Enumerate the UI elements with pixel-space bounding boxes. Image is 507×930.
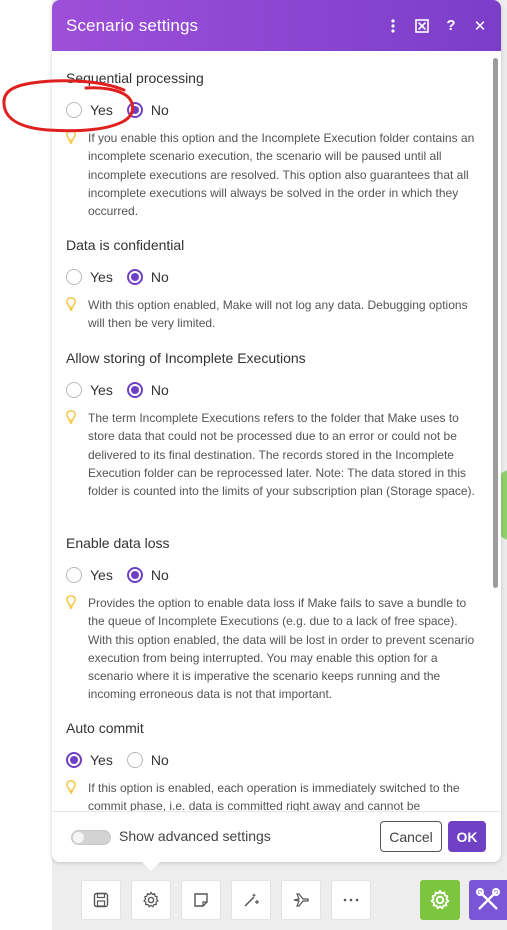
radio-yes[interactable]: Yes	[66, 752, 113, 768]
radio-yes-label: Yes	[90, 269, 113, 285]
radio-yes-label: Yes	[90, 102, 113, 118]
radio-no[interactable]: No	[126, 269, 169, 285]
section-title: Enable data loss	[66, 535, 170, 551]
lightbulb-icon	[66, 129, 88, 220]
radio-yes-circle[interactable]	[66, 567, 82, 583]
advanced-settings-toggle[interactable]	[71, 830, 111, 845]
radio-yes-circle[interactable]	[66, 269, 82, 285]
lightbulb-icon	[66, 779, 88, 811]
radio-yes-label: Yes	[90, 382, 113, 398]
cancel-button[interactable]: Cancel	[380, 821, 442, 852]
radio-group: Yes No	[66, 564, 486, 586]
radio-no-label: No	[150, 269, 169, 285]
section-title: Data is confidential	[66, 237, 185, 253]
help-text: With this option enabled, Make will not …	[88, 298, 468, 331]
radio-group: Yes No	[66, 99, 486, 121]
dialog-footer: Show advanced settings Cancel OK	[52, 811, 501, 862]
settings-gear-icon[interactable]	[131, 880, 171, 920]
section-incomplete-executions: Allow storing of Incomplete Executions Y…	[66, 348, 486, 500]
section-auto-commit: Auto commit Yes No If this option is ena…	[66, 718, 486, 811]
radio-no[interactable]: No	[126, 567, 169, 583]
radio-no-circle[interactable]	[126, 567, 143, 583]
radio-no-label: No	[150, 102, 169, 118]
radio-no-label: No	[150, 752, 169, 768]
help-text: Provides the option to enable data loss …	[88, 596, 475, 702]
scenario-toolbar	[0, 880, 507, 920]
help-text: If you enable this option and the Incomp…	[88, 131, 475, 219]
lightbulb-icon	[66, 594, 88, 704]
radio-no[interactable]: No	[126, 382, 169, 398]
magic-wand-icon[interactable]	[231, 880, 271, 920]
section-data-confidential: Data is confidential Yes No With this op…	[66, 235, 486, 333]
radio-yes[interactable]: Yes	[66, 567, 113, 583]
radio-no-circle[interactable]	[126, 752, 143, 768]
notes-icon[interactable]	[181, 880, 221, 920]
radio-no-circle[interactable]	[126, 382, 143, 398]
section-title: Allow storing of Incomplete Executions	[66, 350, 306, 366]
radio-no-circle[interactable]	[126, 102, 143, 118]
scheduling-gear-icon[interactable]	[420, 880, 460, 920]
section-enable-data-loss: Enable data loss Yes No Provides the opt…	[66, 533, 486, 704]
more-horizontal-icon[interactable]	[331, 880, 371, 920]
lightbulb-icon	[66, 409, 88, 500]
radio-no-circle[interactable]	[126, 269, 143, 285]
ok-button[interactable]: OK	[448, 821, 486, 852]
help-hint: Provides the option to enable data loss …	[66, 594, 486, 704]
radio-yes-label: Yes	[90, 752, 113, 768]
settings-content: Sequential processing Yes No If you enab…	[52, 51, 494, 811]
radio-yes-circle[interactable]	[66, 382, 82, 398]
help-hint: With this option enabled, Make will not …	[66, 296, 486, 333]
radio-no-label: No	[150, 567, 169, 583]
section-title: Sequential processing	[66, 70, 204, 86]
save-icon[interactable]	[81, 880, 121, 920]
close-icon[interactable]: ✕	[467, 13, 493, 39]
dialog-pointer	[141, 861, 161, 871]
radio-yes[interactable]: Yes	[66, 382, 113, 398]
radio-no[interactable]: No	[126, 102, 169, 118]
radio-yes-label: Yes	[90, 567, 113, 583]
help-text: If this option is enabled, each operatio…	[88, 781, 460, 811]
tools-icon[interactable]	[469, 880, 507, 920]
help-hint: If you enable this option and the Incomp…	[66, 129, 486, 220]
radio-no-label: No	[150, 382, 169, 398]
scenario-settings-dialog: Scenario settings ? ✕ Sequential process…	[52, 0, 501, 862]
radio-group: Yes No	[66, 379, 486, 401]
radio-yes-circle[interactable]	[66, 102, 82, 118]
radio-no[interactable]: No	[126, 752, 169, 768]
more-vertical-icon[interactable]	[380, 13, 406, 39]
lightbulb-icon	[66, 296, 88, 333]
section-title: Auto commit	[66, 720, 144, 736]
dialog-title: Scenario settings	[66, 15, 199, 35]
help-icon[interactable]: ?	[438, 13, 464, 39]
help-hint: The term Incomplete Executions refers to…	[66, 409, 486, 500]
airplane-icon[interactable]	[281, 880, 321, 920]
scrollbar[interactable]	[493, 58, 498, 588]
section-sequential-processing: Sequential processing Yes No If you enab…	[66, 68, 486, 220]
advanced-settings-label: Show advanced settings	[119, 828, 271, 844]
radio-yes-circle[interactable]	[66, 752, 82, 768]
radio-group: Yes No	[66, 266, 486, 288]
help-text: The term Incomplete Executions refers to…	[88, 411, 475, 499]
help-hint: If this option is enabled, each operatio…	[66, 779, 486, 811]
radio-yes[interactable]: Yes	[66, 269, 113, 285]
dialog-header: Scenario settings ? ✕	[52, 0, 501, 51]
radio-group: Yes No	[66, 749, 486, 771]
radio-yes[interactable]: Yes	[66, 102, 113, 118]
expand-icon[interactable]	[409, 13, 435, 39]
